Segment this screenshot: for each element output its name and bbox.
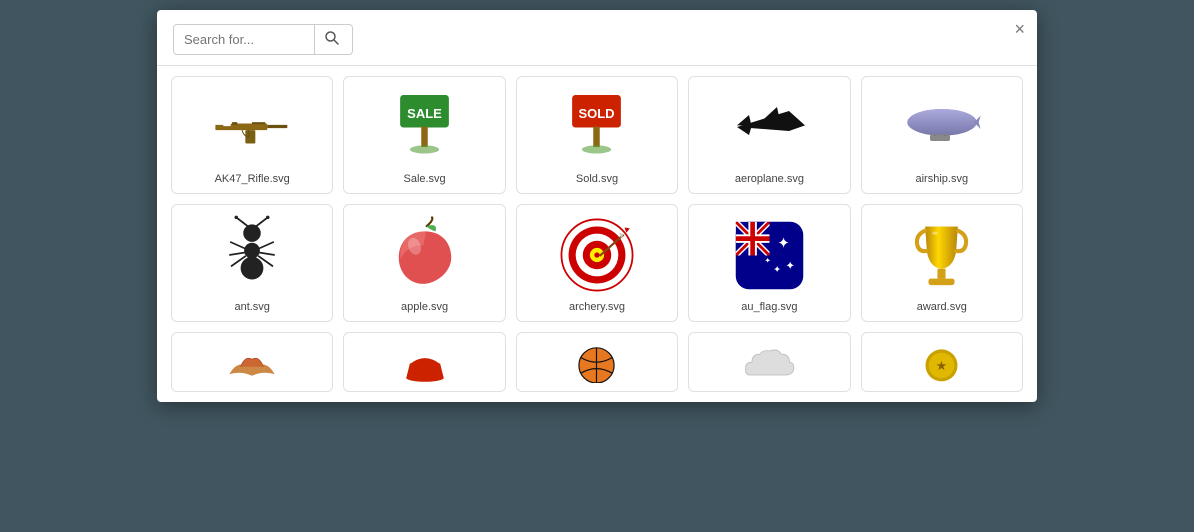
svg-text:✦: ✦ [773, 264, 781, 274]
icon-label-au-flag: au_flag.svg [741, 301, 797, 313]
icon-item-partial-4[interactable] [688, 332, 850, 392]
icon-preview-sold: SOLD [557, 87, 637, 167]
partial-icon-3 [564, 343, 629, 383]
partial-icon-2 [395, 343, 455, 383]
icon-label-ak47: AK47_Rifle.svg [215, 173, 290, 185]
ant-svg [217, 215, 287, 295]
modal-body[interactable]: AK47_Rifle.svg SALE [157, 66, 1037, 402]
search-input[interactable] [174, 26, 314, 53]
icon-item-partial-2[interactable] [343, 332, 505, 392]
svg-text:SALE: SALE [407, 105, 442, 120]
icon-item-partial-1[interactable] [171, 332, 333, 392]
icon-preview-aeroplane [729, 87, 809, 167]
au-flag-svg: ✦ ✦ ✦ ✦ [732, 218, 807, 293]
svg-text:★: ★ [937, 360, 947, 372]
partial-icon-row: ★ [171, 332, 1023, 392]
icon-label-airship: airship.svg [916, 173, 969, 185]
search-icon [325, 31, 339, 45]
icon-grid: AK47_Rifle.svg SALE [171, 76, 1023, 322]
icon-label-apple: apple.svg [401, 301, 448, 313]
modal-overlay: × [0, 0, 1194, 532]
archery-svg [557, 215, 637, 295]
icon-item-ak47[interactable]: AK47_Rifle.svg [171, 76, 333, 194]
icon-preview-award [902, 215, 982, 295]
close-button[interactable]: × [1014, 20, 1025, 38]
icon-picker-modal: × [157, 10, 1037, 402]
partial-icon-4 [737, 343, 802, 383]
icon-preview-airship [902, 87, 982, 167]
airship-svg [902, 97, 982, 157]
ak47-svg [212, 100, 292, 155]
icon-item-ant[interactable]: ant.svg [171, 204, 333, 322]
icon-item-au-flag[interactable]: ✦ ✦ ✦ ✦ au_flag.svg [688, 204, 850, 322]
icon-preview-sale: SALE [385, 87, 465, 167]
svg-text:✦: ✦ [785, 260, 794, 272]
award-svg [909, 215, 974, 295]
icon-preview-apple [385, 215, 465, 295]
search-button[interactable] [314, 25, 349, 54]
partial-icon-1 [222, 343, 282, 383]
svg-text:✦: ✦ [764, 256, 771, 265]
icon-label-sold: Sold.svg [576, 173, 618, 185]
icon-item-sale[interactable]: SALE Sale.svg [343, 76, 505, 194]
icon-item-sold[interactable]: SOLD Sold.svg [516, 76, 678, 194]
icon-preview-au-flag: ✦ ✦ ✦ ✦ [729, 215, 809, 295]
icon-item-archery[interactable]: archery.svg [516, 204, 678, 322]
sale-svg: SALE [392, 90, 457, 165]
modal-header: × [157, 10, 1037, 66]
icon-label-award: award.svg [917, 301, 967, 313]
icon-item-apple[interactable]: apple.svg [343, 204, 505, 322]
search-box[interactable] [173, 24, 353, 55]
icon-item-airship[interactable]: airship.svg [861, 76, 1023, 194]
icon-item-award[interactable]: award.svg [861, 204, 1023, 322]
icon-label-ant: ant.svg [234, 301, 269, 313]
partial-icon-5: ★ [909, 343, 974, 383]
icon-label-sale: Sale.svg [403, 173, 445, 185]
icon-item-partial-5[interactable]: ★ [861, 332, 1023, 392]
svg-text:✦: ✦ [777, 235, 790, 252]
icon-preview-archery [557, 215, 637, 295]
icon-item-partial-3[interactable] [516, 332, 678, 392]
sold-svg: SOLD [564, 90, 629, 165]
apple-svg [390, 215, 460, 295]
icon-preview-ak47 [212, 87, 292, 167]
icon-label-aeroplane: aeroplane.svg [735, 173, 804, 185]
icon-preview-ant [212, 215, 292, 295]
icon-label-archery: archery.svg [569, 301, 625, 313]
svg-text:SOLD: SOLD [579, 105, 615, 120]
icon-item-aeroplane[interactable]: aeroplane.svg [688, 76, 850, 194]
aeroplane-svg [729, 92, 809, 162]
